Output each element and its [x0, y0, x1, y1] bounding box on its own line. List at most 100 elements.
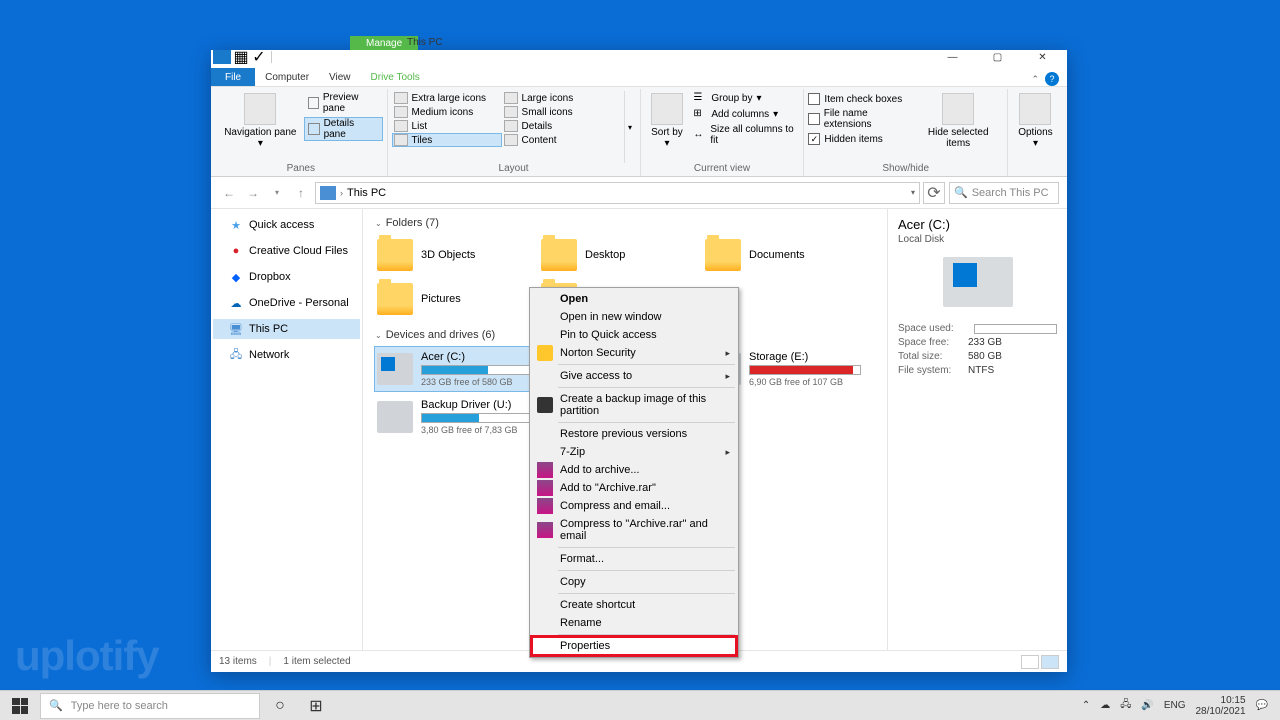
- layout-large[interactable]: Large icons: [502, 91, 612, 105]
- address-dropdown[interactable]: ▾: [911, 188, 915, 197]
- tiles-view-button[interactable]: [1041, 655, 1059, 669]
- cm-separator: [558, 570, 735, 571]
- drive-tile[interactable]: Acer (C:) 233 GB free of 580 GB: [375, 347, 535, 391]
- task-view-button[interactable]: ⊞: [300, 693, 332, 719]
- status-item-count: 13 items: [219, 656, 257, 667]
- nav-quick-access[interactable]: ★Quick access: [213, 215, 360, 235]
- hide-selected-button[interactable]: Hide selected items: [914, 91, 1003, 151]
- ribbon-collapse-icon[interactable]: ⌃: [1031, 74, 1039, 85]
- refresh-button[interactable]: ⟳: [923, 182, 945, 204]
- cortana-button[interactable]: ○: [264, 693, 296, 719]
- options-button[interactable]: Options ▾: [1012, 91, 1059, 151]
- folder-tile[interactable]: 3D Objects: [375, 235, 535, 275]
- nav-dropbox[interactable]: ◆Dropbox: [213, 267, 360, 287]
- tab-computer[interactable]: Computer: [255, 68, 319, 86]
- back-button[interactable]: ←: [219, 183, 239, 203]
- details-subtitle: Local Disk: [898, 234, 1057, 245]
- cm-compress-rar-email[interactable]: Compress to "Archive.rar" and email: [532, 515, 736, 545]
- tray-chevron-icon[interactable]: ⌃: [1082, 700, 1090, 711]
- cm-open-new-window[interactable]: Open in new window: [532, 308, 736, 326]
- layout-extra-large[interactable]: Extra large icons: [392, 91, 502, 105]
- cm-create-shortcut[interactable]: Create shortcut: [532, 596, 736, 614]
- layout-list[interactable]: List: [392, 119, 502, 133]
- cm-restore[interactable]: Restore previous versions: [532, 425, 736, 443]
- drive-tile[interactable]: Backup Driver (U:) 3,80 GB free of 7,83 …: [375, 395, 535, 439]
- folder-tile[interactable]: Desktop: [539, 235, 699, 275]
- group-by-button[interactable]: ☰Group by ▾: [691, 91, 799, 105]
- minimize-button[interactable]: —: [930, 50, 975, 64]
- nav-onedrive[interactable]: ☁OneDrive - Personal: [213, 293, 360, 313]
- onedrive-icon: ☁: [229, 296, 243, 310]
- tray-volume-icon[interactable]: 🔊: [1141, 700, 1153, 711]
- cm-7zip[interactable]: 7-Zip▸: [532, 443, 736, 461]
- layout-details[interactable]: Details: [502, 119, 612, 133]
- notifications-icon[interactable]: 💬: [1256, 700, 1268, 711]
- layout-content[interactable]: Content: [502, 133, 612, 147]
- tray-network-icon[interactable]: 🖧: [1120, 697, 1131, 714]
- folders-section-header[interactable]: ⌄Folders (7): [375, 217, 875, 229]
- layout-tiles[interactable]: Tiles: [392, 133, 502, 147]
- cm-give-access[interactable]: Give access to▸: [532, 367, 736, 385]
- sort-by-button[interactable]: Sort by ▾: [645, 91, 690, 151]
- options-group-label: [1012, 174, 1059, 176]
- navigation-pane-button[interactable]: Navigation pane ▾: [219, 91, 302, 151]
- cm-separator: [558, 364, 735, 365]
- preview-pane-toggle[interactable]: Preview pane: [304, 91, 383, 115]
- cm-add-rar[interactable]: Add to "Archive.rar": [532, 479, 736, 497]
- add-columns-button[interactable]: ⊞Add columns ▾: [691, 107, 799, 121]
- folder-label: Desktop: [585, 249, 625, 261]
- tab-view[interactable]: View: [319, 68, 361, 86]
- recent-dropdown[interactable]: ▾: [267, 183, 287, 203]
- network-icon: 🖧: [229, 348, 243, 362]
- cm-compress-email[interactable]: Compress and email...: [532, 497, 736, 515]
- close-button[interactable]: ✕: [1020, 50, 1065, 64]
- nav-this-pc[interactable]: 🖥This PC: [213, 319, 360, 339]
- cm-copy[interactable]: Copy: [532, 573, 736, 591]
- cm-add-archive[interactable]: Add to archive...: [532, 461, 736, 479]
- address-field[interactable]: › This PC ▾: [315, 182, 920, 204]
- size-columns-button[interactable]: ↔Size all columns to fit: [691, 123, 799, 147]
- cm-properties[interactable]: Properties: [532, 637, 736, 655]
- list-icon: [394, 120, 408, 132]
- breadcrumb[interactable]: This PC: [347, 187, 386, 199]
- maximize-button[interactable]: ▢: [975, 50, 1020, 64]
- details-view-button[interactable]: [1021, 655, 1039, 669]
- layout-small[interactable]: Small icons: [502, 105, 612, 119]
- breadcrumb-chev[interactable]: ›: [340, 188, 343, 198]
- cm-backup-image[interactable]: Create a backup image of this partition: [532, 390, 736, 420]
- start-button[interactable]: [4, 693, 36, 719]
- tray-onedrive-icon[interactable]: ☁: [1100, 700, 1110, 711]
- folder-icon: [377, 283, 413, 315]
- cm-rename[interactable]: Rename: [532, 614, 736, 632]
- tab-drive-tools[interactable]: Drive Tools: [361, 68, 430, 86]
- folder-tile[interactable]: Pictures: [375, 279, 535, 319]
- rar-icon: [537, 498, 553, 514]
- hidden-items-toggle[interactable]: ✓Hidden items: [808, 133, 911, 145]
- nav-network[interactable]: 🖧Network: [213, 345, 360, 365]
- help-icon[interactable]: ?: [1045, 72, 1059, 86]
- nav-creative-cloud[interactable]: ●Creative Cloud Files: [213, 241, 360, 261]
- search-input[interactable]: 🔍 Search This PC: [949, 182, 1059, 204]
- cm-format[interactable]: Format...: [532, 550, 736, 568]
- cm-norton[interactable]: Norton Security▸: [532, 344, 736, 362]
- tab-file[interactable]: File: [211, 68, 255, 86]
- cm-open[interactable]: Open: [532, 290, 736, 308]
- taskbar-clock[interactable]: 10:15 28/10/2021: [1195, 695, 1245, 717]
- qat-new-folder-icon[interactable]: ✓: [251, 50, 267, 64]
- layout-medium[interactable]: Medium icons: [392, 105, 502, 119]
- item-checkboxes-toggle[interactable]: Item check boxes: [808, 93, 911, 105]
- details-pane-toggle[interactable]: Details pane: [304, 117, 383, 141]
- taskbar-search[interactable]: 🔍 Type here to search: [40, 693, 260, 719]
- folder-tile[interactable]: Documents: [703, 235, 863, 275]
- cm-pin-quick-access[interactable]: Pin to Quick access: [532, 326, 736, 344]
- layout-more[interactable]: ▾: [624, 91, 636, 163]
- up-button[interactable]: ↑: [291, 183, 311, 203]
- file-extensions-toggle[interactable]: File name extensions: [808, 108, 911, 130]
- addcols-icon: ⊞: [693, 108, 707, 120]
- qat-explorer-icon[interactable]: [213, 50, 231, 64]
- cm-separator: [558, 593, 735, 594]
- cc-icon: ●: [229, 244, 243, 258]
- qat-properties-icon[interactable]: ▦: [233, 50, 249, 64]
- forward-button[interactable]: →: [243, 183, 263, 203]
- tray-language[interactable]: ENG: [1164, 700, 1186, 711]
